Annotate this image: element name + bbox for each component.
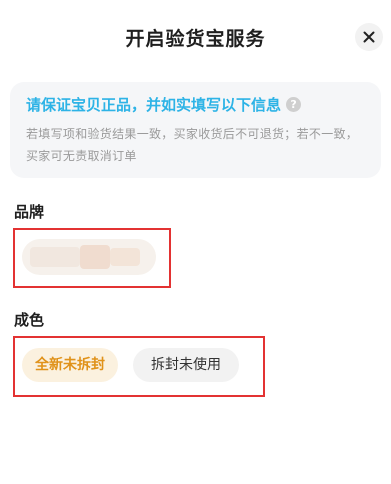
notice-title-row: 请保证宝贝正品，并如实填写以下信息 ? [26,94,369,115]
brand-option-blurred[interactable] [22,239,156,275]
blur-block [80,245,110,269]
page-title: 开启验货宝服务 [125,28,266,50]
question-circle-icon[interactable]: ? [286,97,302,112]
notice-description: 若填写项和验货结果一致，买家收货后不可退货；若不一致，买家可无责取消订单 [26,127,359,163]
brand-label: 品牌 [14,203,45,221]
blur-block [110,248,140,266]
condition-option-opened-unused[interactable]: 拆封未使用 [133,348,239,382]
condition-label: 成色 [14,311,45,329]
close-icon [363,31,375,43]
modal-header: 开启验货宝服务 [0,0,391,78]
condition-option-brand-new[interactable]: 全新未拆封 [22,348,118,382]
info-notice: 请保证宝贝正品，并如实填写以下信息 ? 若填写项和验货结果一致，买家收货后不可退… [10,82,381,178]
blur-block [30,247,80,267]
notice-title: 请保证宝贝正品，并如实填写以下信息 [26,96,282,114]
close-button[interactable] [355,23,383,51]
